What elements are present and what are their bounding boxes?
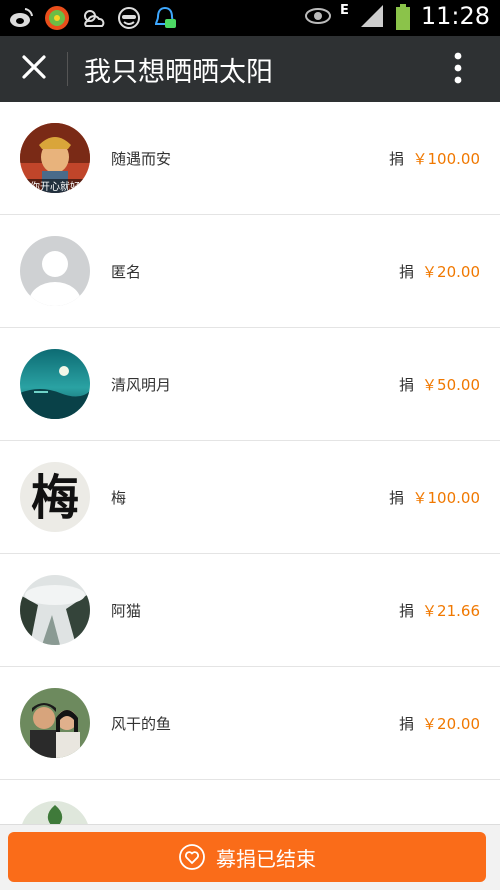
bottom-bar: 募捐已结束	[0, 824, 500, 890]
system-icons: E 11:28	[304, 2, 490, 30]
heart-icon	[179, 844, 205, 870]
more-vertical-icon	[454, 52, 462, 84]
donor-name: 随遇而安	[111, 150, 172, 168]
donor-row[interactable]: 梅 梅 捐 ￥100.00	[0, 441, 500, 554]
qq-chat-icon	[152, 5, 178, 31]
donor-name: 阿猫	[111, 602, 142, 620]
donate-label: 捐	[398, 376, 414, 394]
donor-name: 梅	[111, 489, 127, 507]
donation-amount: ￥21.66	[422, 602, 480, 620]
battery-icon	[395, 3, 411, 30]
donor-name: 风干的鱼	[111, 715, 172, 733]
page-title: 我只想晒晒太阳	[84, 57, 273, 88]
appbar-divider	[67, 52, 68, 86]
avatar	[20, 688, 90, 758]
donor-row[interactable]	[0, 780, 500, 824]
donate-label: 捐	[398, 263, 414, 281]
donation-amount: ￥100.00	[412, 489, 481, 507]
notification-icons	[8, 5, 178, 31]
weather-icon	[80, 5, 106, 31]
mask-icon	[116, 5, 142, 31]
donor-row[interactable]: 阿猫 捐 ￥21.66	[0, 554, 500, 667]
avatar-glyph: 梅	[31, 470, 79, 526]
avatar-caption: 你开心就好	[30, 180, 80, 193]
avatar: 梅	[20, 462, 90, 532]
eye-icon	[304, 3, 331, 29]
donation-ended-label: 募捐已结束	[216, 846, 316, 871]
donate-label: 捐	[388, 489, 404, 507]
donation-amount: ￥50.00	[422, 376, 480, 394]
avatar: 你开心就好	[20, 123, 90, 193]
donor-name: 清风明月	[111, 376, 172, 394]
donor-name: 匿名	[111, 263, 142, 281]
donate-label: 捐	[388, 150, 404, 168]
weibo-icon	[8, 5, 34, 31]
avatar	[20, 801, 90, 824]
donation-amount: ￥20.00	[422, 263, 480, 281]
more-menu-button[interactable]	[434, 48, 482, 92]
donor-row[interactable]: 清风明月 捐 ￥50.00	[0, 328, 500, 441]
app-bar: 我只想晒晒太阳	[0, 36, 500, 102]
donation-amount: ￥20.00	[422, 715, 480, 733]
donate-label: 捐	[398, 602, 414, 620]
donation-ended-button[interactable]: 募捐已结束	[8, 832, 486, 882]
donor-row[interactable]: 匿名 捐 ￥20.00	[0, 215, 500, 328]
donate-label: 捐	[398, 715, 414, 733]
signal-icon	[359, 3, 385, 29]
donation-amount: ￥100.00	[412, 150, 481, 168]
avatar	[20, 575, 90, 645]
close-icon	[22, 55, 46, 79]
network-type: E	[339, 2, 349, 18]
donor-list[interactable]: 你开心就好 随遇而安 捐 ￥100.00 匿名 捐 ￥20.00 清风明月 捐 …	[0, 102, 500, 824]
avatar	[20, 236, 90, 306]
status-bar: E 11:28	[0, 0, 500, 36]
close-button[interactable]	[12, 45, 58, 91]
game-icon	[44, 5, 70, 31]
clock: 11:28	[420, 2, 490, 30]
donor-row[interactable]: 你开心就好 随遇而安 捐 ￥100.00	[0, 102, 500, 215]
avatar	[20, 349, 90, 419]
donor-row[interactable]: 风干的鱼 捐 ￥20.00	[0, 667, 500, 780]
